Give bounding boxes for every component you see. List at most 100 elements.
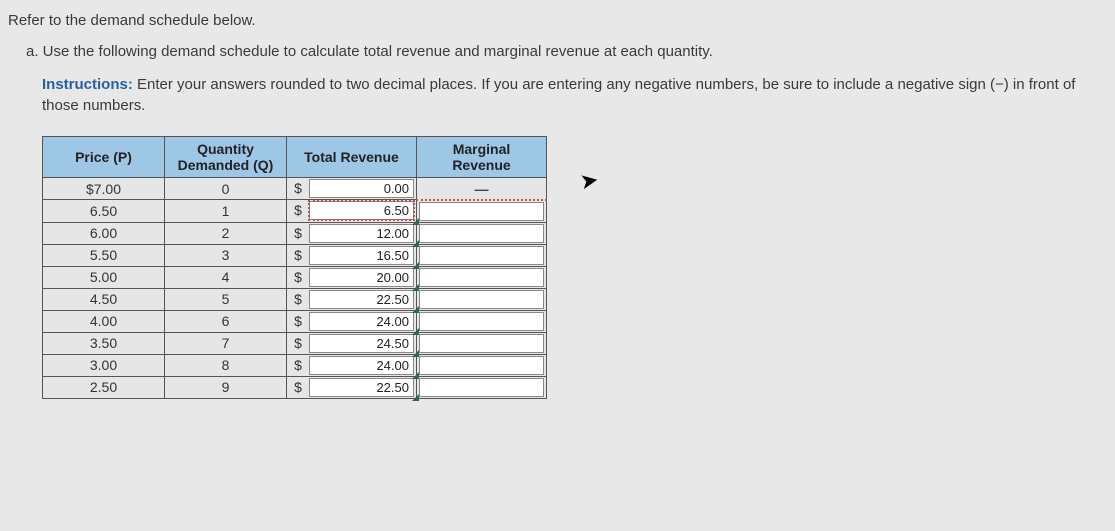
currency-symbol: $ — [287, 178, 309, 199]
marginal-revenue-cell — [417, 332, 547, 354]
cursor-icon: ➤ — [578, 167, 601, 196]
quantity-cell: 8 — [165, 354, 287, 376]
header-qty-line1: Quantity — [197, 141, 254, 157]
marginal-revenue-input[interactable] — [419, 312, 544, 331]
currency-symbol: $ — [287, 245, 309, 266]
currency-symbol: $ — [287, 200, 309, 222]
part-a-text: a. Use the following demand schedule to … — [8, 43, 1107, 60]
table-row: 5.004$20.00 — [43, 266, 547, 288]
total-revenue-cell: $16.50 — [287, 244, 417, 266]
marginal-revenue-cell — [417, 376, 547, 398]
marginal-revenue-cell: — — [417, 178, 547, 200]
total-revenue-input[interactable]: 6.50 — [309, 201, 414, 220]
total-revenue-input[interactable]: 24.00 — [309, 312, 414, 331]
instructions-label: Instructions: — [42, 76, 133, 93]
marginal-revenue-cell — [417, 244, 547, 266]
price-cell: $7.00 — [43, 178, 165, 200]
table-row: 3.008$24.00 — [43, 354, 547, 376]
price-cell: 2.50 — [43, 376, 165, 398]
total-revenue-input[interactable]: 12.00 — [309, 224, 414, 243]
fill-handle-icon[interactable] — [412, 350, 419, 357]
mr-dash: — — [417, 180, 546, 197]
price-cell: 5.50 — [43, 244, 165, 266]
table-header-row: Price (P) Quantity Demanded (Q) Total Re… — [43, 137, 547, 178]
quantity-cell: 3 — [165, 244, 287, 266]
price-cell: 6.00 — [43, 222, 165, 244]
fill-handle-icon[interactable] — [412, 240, 419, 247]
marginal-revenue-input[interactable] — [419, 334, 544, 353]
marginal-revenue-input[interactable] — [419, 268, 544, 287]
quantity-cell: 1 — [165, 200, 287, 223]
marginal-revenue-cell — [417, 310, 547, 332]
total-revenue-input[interactable]: 0.00 — [309, 179, 414, 198]
header-marginal-revenue: Marginal Revenue — [417, 137, 547, 178]
price-cell: 3.50 — [43, 332, 165, 354]
intro-text: Refer to the demand schedule below. — [8, 12, 1107, 29]
header-price: Price (P) — [43, 137, 165, 178]
price-cell: 4.50 — [43, 288, 165, 310]
currency-symbol: $ — [287, 355, 309, 376]
total-revenue-input[interactable]: 22.50 — [309, 378, 414, 397]
total-revenue-cell: $0.00 — [287, 178, 417, 200]
fill-handle-icon[interactable] — [412, 218, 419, 225]
instructions: Instructions: Enter your answers rounded… — [8, 74, 1107, 116]
table-row: 5.503$16.50 — [43, 244, 547, 266]
fill-handle-icon[interactable] — [412, 328, 419, 335]
table-row: 4.505$22.50 — [43, 288, 547, 310]
total-revenue-cell: $24.00 — [287, 354, 417, 376]
total-revenue-input[interactable]: 20.00 — [309, 268, 414, 287]
currency-symbol: $ — [287, 311, 309, 332]
fill-handle-icon[interactable] — [412, 372, 419, 379]
marginal-revenue-cell — [417, 354, 547, 376]
currency-symbol: $ — [287, 267, 309, 288]
fill-handle-icon[interactable] — [412, 284, 419, 291]
marginal-revenue-cell — [417, 222, 547, 244]
price-cell: 3.00 — [43, 354, 165, 376]
header-quantity: Quantity Demanded (Q) — [165, 137, 287, 178]
price-cell: 5.00 — [43, 266, 165, 288]
instructions-body: Enter your answers rounded to two decima… — [42, 76, 1075, 114]
total-revenue-cell: $20.00 — [287, 266, 417, 288]
table-row: $7.000$0.00— — [43, 178, 547, 200]
marginal-revenue-input[interactable] — [419, 290, 544, 309]
table-row: 2.509$22.50 — [43, 376, 547, 398]
currency-symbol: $ — [287, 223, 309, 244]
total-revenue-cell: $22.50 — [287, 376, 417, 398]
total-revenue-cell: $12.00 — [287, 222, 417, 244]
table-row: 4.006$24.00 — [43, 310, 547, 332]
quantity-cell: 2 — [165, 222, 287, 244]
marginal-revenue-cell — [417, 266, 547, 288]
marginal-revenue-input[interactable] — [419, 356, 544, 375]
marginal-revenue-input[interactable] — [419, 378, 544, 397]
marginal-revenue-cell — [417, 200, 547, 223]
quantity-cell: 9 — [165, 376, 287, 398]
total-revenue-input[interactable]: 24.50 — [309, 334, 414, 353]
table-row: 6.501$6.50 — [43, 200, 547, 223]
demand-schedule-table: Price (P) Quantity Demanded (Q) Total Re… — [42, 136, 547, 399]
total-revenue-input[interactable]: 22.50 — [309, 290, 414, 309]
table-row: 6.002$12.00 — [43, 222, 547, 244]
marginal-revenue-cell — [417, 288, 547, 310]
quantity-cell: 4 — [165, 266, 287, 288]
header-qty-line2: Demanded (Q) — [178, 157, 274, 173]
table-row: 3.507$24.50 — [43, 332, 547, 354]
quantity-cell: 0 — [165, 178, 287, 200]
total-revenue-cell: $22.50 — [287, 288, 417, 310]
marginal-revenue-input[interactable] — [419, 224, 544, 243]
header-total-revenue: Total Revenue — [287, 137, 417, 178]
currency-symbol: $ — [287, 289, 309, 310]
currency-symbol: $ — [287, 333, 309, 354]
total-revenue-input[interactable]: 16.50 — [309, 246, 414, 265]
currency-symbol: $ — [287, 377, 309, 398]
total-revenue-cell: $24.00 — [287, 310, 417, 332]
marginal-revenue-input[interactable] — [419, 246, 544, 265]
total-revenue-cell: $24.50 — [287, 332, 417, 354]
marginal-revenue-input[interactable] — [419, 202, 544, 221]
fill-handle-icon[interactable] — [412, 262, 419, 269]
total-revenue-input[interactable]: 24.00 — [309, 356, 414, 375]
quantity-cell: 7 — [165, 332, 287, 354]
total-revenue-cell: $6.50 — [287, 200, 417, 223]
fill-handle-icon[interactable] — [412, 306, 419, 313]
fill-handle-icon[interactable] — [412, 394, 419, 401]
price-cell: 6.50 — [43, 200, 165, 223]
